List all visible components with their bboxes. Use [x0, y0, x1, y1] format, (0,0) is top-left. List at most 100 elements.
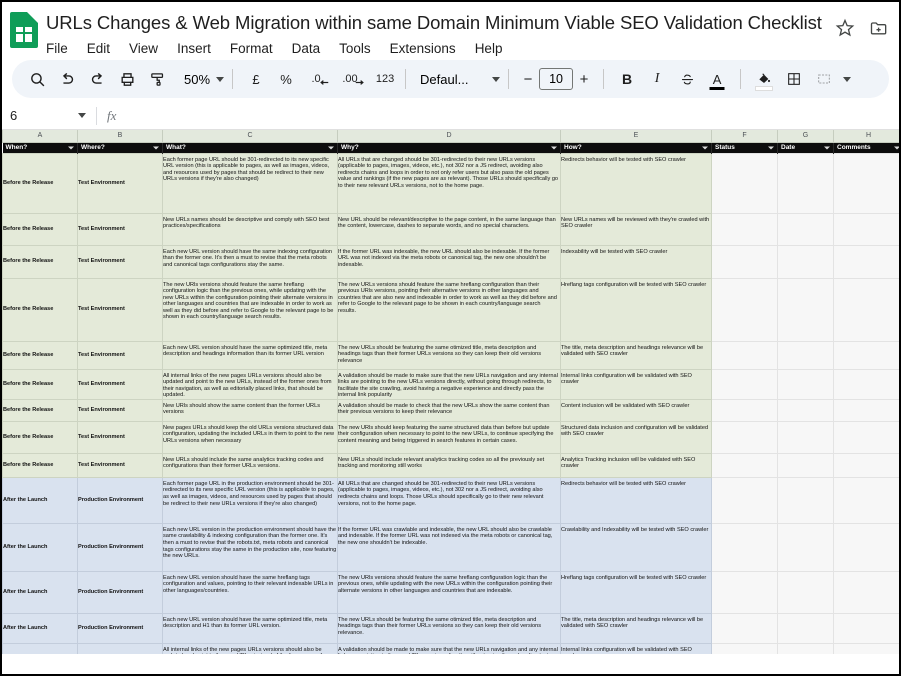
cell-how[interactable]: Internal links configuration will be val…	[560, 368, 712, 400]
cell-where[interactable]: Production Environment	[77, 642, 163, 654]
cell-date[interactable]	[777, 476, 834, 524]
redo-icon[interactable]	[82, 64, 112, 94]
cell-how[interactable]: Hreflang tags configuration will be test…	[560, 277, 712, 342]
filter-dropdown-icon[interactable]	[551, 146, 557, 149]
cell-when[interactable]: Before the Release	[2, 398, 78, 422]
cell-how[interactable]: Structured data inclusion and configurat…	[560, 420, 712, 454]
cell-where[interactable]: Test Environment	[77, 277, 163, 342]
table-row[interactable]: After the LaunchProduction EnvironmentAl…	[2, 642, 899, 654]
cell-comments[interactable]	[833, 420, 899, 454]
cell-what[interactable]: New pages URLs should keep the old URLs …	[162, 420, 338, 454]
percent-format-button[interactable]: %	[271, 64, 301, 94]
name-box[interactable]: 6	[6, 108, 86, 123]
cell-date[interactable]	[777, 152, 834, 214]
paint-format-icon[interactable]	[142, 64, 172, 94]
cell-status[interactable]	[711, 398, 778, 422]
cell-what[interactable]: Each new URL version should have the sam…	[162, 570, 338, 614]
cell-comments[interactable]	[833, 476, 899, 524]
cell-why[interactable]: The new URls versions should feature the…	[337, 570, 561, 614]
field-header-when[interactable]: When?	[2, 142, 78, 153]
increase-font-size-button[interactable]: +	[573, 71, 595, 88]
cell-what[interactable]: All internal links of the new pages URLs…	[162, 368, 338, 400]
cell-where[interactable]: Test Environment	[77, 212, 163, 246]
cell-comments[interactable]	[833, 642, 899, 654]
cell-what[interactable]: All internal links of the new pages URLs…	[162, 642, 338, 654]
cell-where[interactable]: Test Environment	[77, 368, 163, 400]
column-letter-e[interactable]: E	[560, 130, 712, 143]
text-color-button[interactable]: A	[702, 64, 732, 94]
cell-date[interactable]	[777, 420, 834, 454]
increase-decimal-button[interactable]: .00	[335, 64, 365, 94]
table-row[interactable]: Before the Release Test Environment Each f…	[2, 152, 899, 214]
column-letter-h[interactable]: H	[833, 130, 899, 143]
table-row[interactable]: Before the Release Test Environment The ne…	[2, 277, 899, 342]
page-title[interactable]: URLs Changes & Web Migration within same…	[46, 8, 835, 36]
cell-date[interactable]	[777, 277, 834, 342]
cell-date[interactable]	[777, 570, 834, 614]
menu-item-edit[interactable]: Edit	[87, 39, 110, 59]
menu-item-file[interactable]: File	[46, 39, 68, 59]
cell-comments[interactable]	[833, 277, 899, 342]
cell-where[interactable]: Production Environment	[77, 522, 163, 572]
cell-when[interactable]: Before the Release	[2, 212, 78, 246]
cell-what[interactable]: New URLs should include the same analyti…	[162, 452, 338, 478]
cell-how[interactable]: Content inclusion will be validated with…	[560, 398, 712, 422]
cell-when[interactable]: Before the Release	[2, 340, 78, 370]
cell-status[interactable]	[711, 452, 778, 478]
font-size-input[interactable]: 10	[539, 68, 574, 90]
cell-comments[interactable]	[833, 152, 899, 214]
cell-why[interactable]: The new URls should keep featuring the s…	[337, 420, 561, 454]
table-row[interactable]: Before the Release Test Environment New UR…	[2, 398, 899, 422]
cell-when[interactable]: After the Launch	[2, 522, 78, 572]
cell-where[interactable]: Production Environment	[77, 570, 163, 614]
cell-what[interactable]: The new URls versions should feature the…	[162, 277, 338, 342]
cell-where[interactable]: Test Environment	[77, 152, 163, 214]
merge-cells-icon[interactable]	[809, 64, 839, 94]
cell-comments[interactable]	[833, 244, 899, 279]
font-family-selector[interactable]: Defaul...	[414, 72, 501, 87]
cell-where[interactable]: Test Environment	[77, 340, 163, 370]
cell-why[interactable]: All URLs that are changed should be 301-…	[337, 476, 561, 524]
cell-comments[interactable]	[833, 612, 899, 644]
cell-comments[interactable]	[833, 340, 899, 370]
search-icon[interactable]	[22, 64, 52, 94]
column-letter-g[interactable]: G	[777, 130, 834, 143]
filter-dropdown-icon[interactable]	[894, 146, 899, 149]
cell-when[interactable]: Before the Release	[2, 368, 78, 400]
cell-status[interactable]	[711, 522, 778, 572]
move-to-folder-icon[interactable]	[869, 18, 889, 38]
cell-why[interactable]: The new URLs should be featuring the sam…	[337, 340, 561, 370]
filter-dropdown-icon[interactable]	[153, 146, 159, 149]
cell-how[interactable]: New URLs names will be reviewed with the…	[560, 212, 712, 246]
cell-status[interactable]	[711, 476, 778, 524]
borders-icon[interactable]	[779, 64, 809, 94]
field-header-where[interactable]: Where?	[77, 142, 163, 153]
italic-button[interactable]: I	[642, 64, 672, 94]
cell-comments[interactable]	[833, 212, 899, 246]
cell-how[interactable]: Internal links configuration will be val…	[560, 642, 712, 654]
cell-date[interactable]	[777, 642, 834, 654]
cell-what[interactable]: New URLs names should be descriptive and…	[162, 212, 338, 246]
cell-why[interactable]: If the former URL was crawlable and inde…	[337, 522, 561, 572]
cell-why[interactable]: A validation should be made to make sure…	[337, 368, 561, 400]
table-row[interactable]: Before the Release Test Environment Each n…	[2, 340, 899, 370]
table-row[interactable]: Before the Release Test Environment New UR…	[2, 452, 899, 478]
cell-when[interactable]: After the Launch	[2, 642, 78, 654]
cell-status[interactable]	[711, 612, 778, 644]
cell-why[interactable]: A validation should be made to make sure…	[337, 642, 561, 654]
menu-item-data[interactable]: Data	[292, 39, 321, 59]
cell-comments[interactable]	[833, 368, 899, 400]
spreadsheet-grid[interactable]: ABCDEFGH When? Where? What? Why? How? Status D…	[2, 130, 899, 654]
cell-what[interactable]: Each former page URL should be 301-redir…	[162, 152, 338, 214]
filter-dropdown-icon[interactable]	[702, 146, 708, 149]
column-letter-f[interactable]: F	[711, 130, 778, 143]
filter-dropdown-icon[interactable]	[768, 146, 774, 149]
cell-status[interactable]	[711, 368, 778, 400]
strikethrough-icon[interactable]	[672, 64, 702, 94]
filter-dropdown-icon[interactable]	[328, 146, 334, 149]
field-header-comments[interactable]: Comments	[833, 142, 899, 153]
zoom-selector[interactable]: 50%	[176, 72, 225, 87]
cell-comments[interactable]	[833, 522, 899, 572]
column-letter-d[interactable]: D	[337, 130, 561, 143]
star-icon[interactable]	[835, 18, 855, 38]
